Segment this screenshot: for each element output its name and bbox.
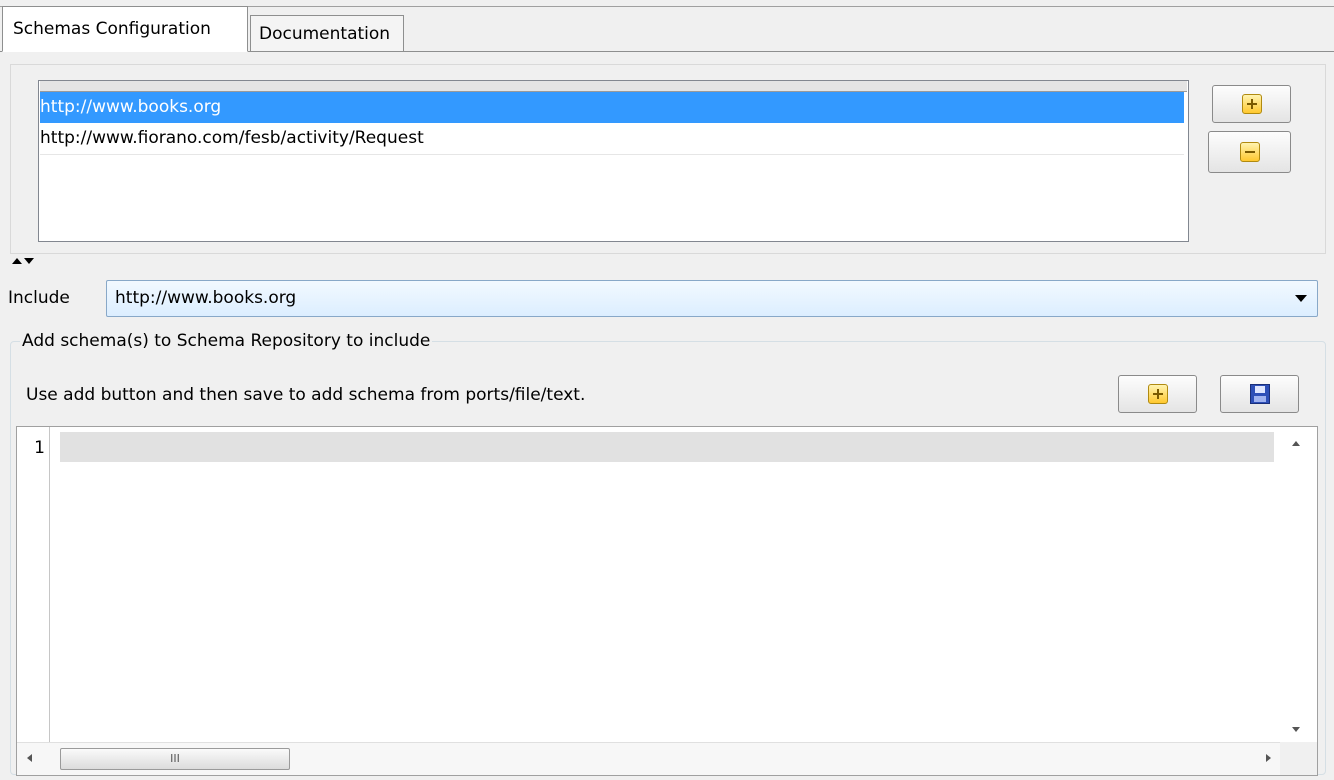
- line-number-gutter: [17, 427, 50, 742]
- add-schema-button[interactable]: [1118, 375, 1197, 413]
- horizontal-scroll-thumb[interactable]: III: [60, 748, 290, 770]
- include-label: Include: [8, 288, 70, 308]
- scroll-up-icon[interactable]: [1292, 441, 1300, 446]
- instruction-text: Use add button and then save to add sche…: [26, 385, 586, 405]
- collapse-up-icon[interactable]: [12, 258, 22, 264]
- schema-list-item[interactable]: http://www.books.org: [40, 92, 1184, 123]
- include-selected-value: http://www.books.org: [115, 288, 297, 308]
- current-line-highlight[interactable]: [60, 432, 1274, 462]
- minus-icon: [1239, 142, 1260, 162]
- chevron-down-icon[interactable]: [1295, 295, 1307, 302]
- split-pane-divider[interactable]: [0, 258, 1334, 266]
- vertical-scrollbar[interactable]: [1280, 427, 1317, 742]
- remove-schema-url-button[interactable]: [1208, 131, 1291, 173]
- tab-documentation[interactable]: Documentation: [250, 15, 404, 51]
- scroll-left-icon[interactable]: [27, 754, 32, 762]
- floppy-disk-icon: [1249, 384, 1270, 404]
- scroll-down-icon[interactable]: [1292, 727, 1300, 732]
- schema-text-editor[interactable]: [16, 426, 1318, 776]
- include-dropdown[interactable]: http://www.books.org: [106, 280, 1318, 317]
- scroll-right-icon[interactable]: [1266, 754, 1271, 762]
- plus-icon: [1147, 384, 1168, 404]
- collapse-down-icon[interactable]: [24, 258, 34, 264]
- scrollbar-corner: [1280, 742, 1317, 775]
- plus-icon: [1241, 94, 1262, 114]
- schema-list-item[interactable]: http://www.fiorano.com/fesb/activity/Req…: [40, 124, 1184, 155]
- add-schema-url-button[interactable]: [1212, 85, 1291, 123]
- save-schema-button[interactable]: [1220, 375, 1299, 413]
- group-title: Add schema(s) to Schema Repository to in…: [20, 328, 433, 354]
- line-number: 1: [34, 438, 45, 458]
- tab-schemas-configuration[interactable]: Schemas Configuration: [2, 6, 248, 52]
- schema-list-header: [40, 81, 1187, 92]
